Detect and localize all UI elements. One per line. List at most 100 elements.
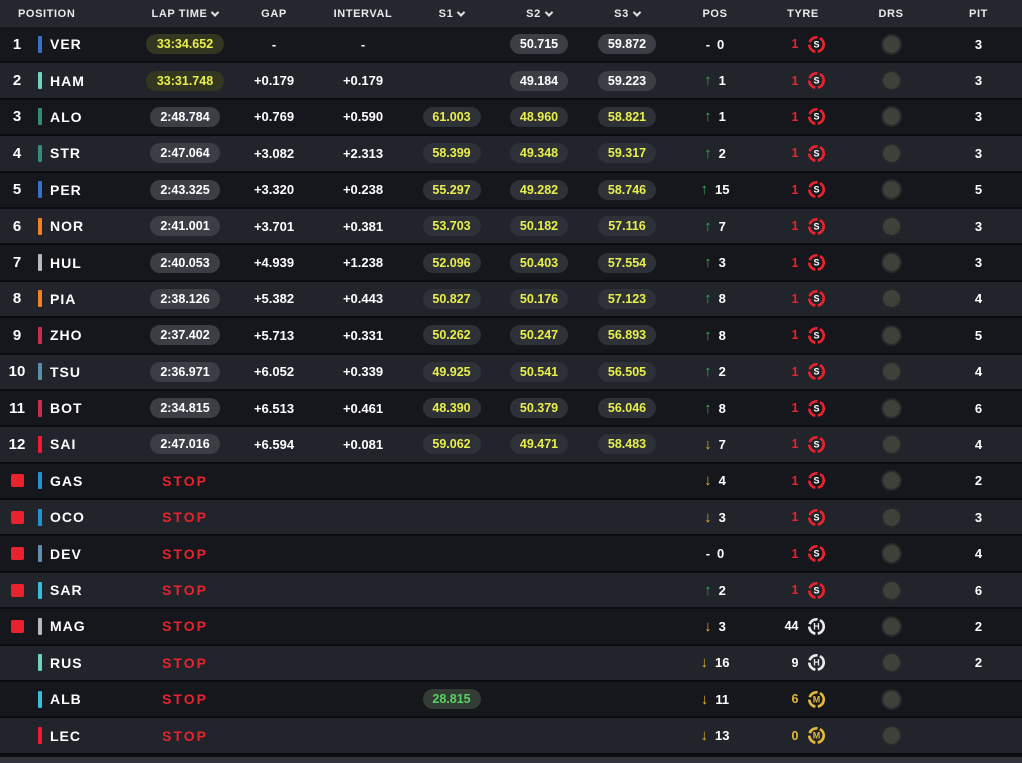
driver-cell: HAM xyxy=(34,72,140,89)
column-header-label: GAP xyxy=(261,8,287,20)
sector1-cell-value: 50.262 xyxy=(423,325,481,345)
table-row[interactable]: 10TSU2:36.971+6.052+0.33949.92550.54156.… xyxy=(0,355,1022,391)
table-row[interactable]: 1VER33:34.652--50.71559.872-01S3 xyxy=(0,27,1022,63)
tyre-cell: 1S xyxy=(759,253,847,272)
drs-cell xyxy=(847,145,935,162)
table-row[interactable]: 8PIA2:38.126+5.382+0.44350.82750.17657.1… xyxy=(0,282,1022,318)
positions-changed-cell: ↑2 xyxy=(671,364,759,379)
sector1-cell-value: 53.703 xyxy=(423,216,481,236)
column-header-s1[interactable]: S1 xyxy=(408,8,495,20)
column-header-label: LAP TIME xyxy=(152,8,208,20)
table-row[interactable]: 4STR2:47.064+3.082+2.31358.39949.34859.3… xyxy=(0,136,1022,172)
table-row[interactable]: DEVSTOP-01S4 xyxy=(0,536,1022,572)
tyre-compound-icon: S xyxy=(807,107,826,126)
tyre-laps-count: 1 xyxy=(781,292,799,306)
table-row[interactable]: 9ZHO2:37.402+5.713+0.33150.26250.24756.8… xyxy=(0,318,1022,354)
pit-count-value: 6 xyxy=(975,583,982,598)
pit-count-value: 2 xyxy=(975,619,982,634)
gap-value: +3.320 xyxy=(254,182,294,197)
sector2-cell-value: 50.247 xyxy=(510,325,568,345)
position-cell: 8 xyxy=(0,290,34,307)
lap-time-cell: 2:47.016 xyxy=(140,434,230,454)
table-row[interactable]: LECSTOP↓130M xyxy=(0,718,1022,754)
sector3-cell: 56.046 xyxy=(583,398,671,418)
tyre-laps-count: 1 xyxy=(781,219,799,233)
sector3-cell: 58.483 xyxy=(583,434,671,454)
positions-changed-value: 16 xyxy=(715,655,729,670)
column-header-s2[interactable]: S2 xyxy=(495,8,583,20)
column-header-label: S2 xyxy=(526,8,541,20)
position-cell: 3 xyxy=(0,108,34,125)
lap-time-cell: STOP xyxy=(140,618,230,634)
gap-value: - xyxy=(272,37,276,52)
sector3-cell-value: 59.317 xyxy=(598,143,656,163)
tyre-cell: 0M xyxy=(759,726,847,745)
drs-cell xyxy=(847,254,935,271)
table-row[interactable]: 2HAM33:31.748+0.179+0.17949.18459.223↑11… xyxy=(0,63,1022,99)
table-row[interactable]: 7HUL2:40.053+4.939+1.23852.09650.40357.5… xyxy=(0,245,1022,281)
column-header-label: INTERVAL xyxy=(334,8,393,20)
table-row[interactable]: 6NOR2:41.001+3.701+0.38153.70350.18257.1… xyxy=(0,209,1022,245)
column-header-s3[interactable]: S3 xyxy=(583,8,671,20)
driver-cell: ALB xyxy=(34,691,140,708)
lap-time-value: 2:47.064 xyxy=(150,143,220,163)
pit-count-value: 2 xyxy=(975,473,982,488)
chevron-down-icon xyxy=(457,8,465,16)
pit-count-value: 5 xyxy=(975,328,982,343)
interval-cell: +0.081 xyxy=(318,437,408,452)
svg-text:H: H xyxy=(813,658,820,668)
table-row[interactable]: 5PER2:43.325+3.320+0.23855.29749.28258.7… xyxy=(0,173,1022,209)
drs-cell xyxy=(847,363,935,380)
team-color-bar xyxy=(38,72,42,89)
drs-indicator-icon xyxy=(883,290,900,307)
tyre-cell: 1S xyxy=(759,144,847,163)
svg-text:S: S xyxy=(813,185,819,195)
interval-cell: +0.381 xyxy=(318,219,408,234)
table-row[interactable]: MAGSTOP↓344H2 xyxy=(0,609,1022,645)
position-cell xyxy=(0,584,34,597)
team-color-bar xyxy=(38,509,42,526)
tyre-laps-count: 44 xyxy=(781,619,799,633)
positions-changed-cell: ↑8 xyxy=(671,291,759,306)
tyre-cell: 44H xyxy=(759,617,847,636)
sector3-cell: 58.746 xyxy=(583,180,671,200)
tyre-laps-count: 0 xyxy=(781,729,799,743)
interval-value: +0.331 xyxy=(343,328,383,343)
sector2-cell-value: 49.471 xyxy=(510,434,568,454)
column-header-pos: POS xyxy=(671,8,759,20)
team-color-bar xyxy=(38,472,42,489)
pit-cell: 3 xyxy=(935,73,1022,88)
table-row[interactable]: ALBSTOP28.815↓116M xyxy=(0,682,1022,718)
drs-indicator-icon xyxy=(883,727,900,744)
table-row[interactable]: SARSTOP↑21S6 xyxy=(0,573,1022,609)
driver-code: PER xyxy=(50,182,82,198)
gap-cell: - xyxy=(230,37,318,52)
column-header-laptime[interactable]: LAP TIME xyxy=(140,8,230,20)
sector1-cell-value: 28.815 xyxy=(423,689,481,709)
table-row[interactable]: 12SAI2:47.016+6.594+0.08159.06249.47158.… xyxy=(0,427,1022,463)
interval-value: +1.238 xyxy=(343,255,383,270)
lap-time-value: 2:47.016 xyxy=(150,434,220,454)
column-header-tyre: TYRE xyxy=(759,8,847,20)
pit-cell: 4 xyxy=(935,291,1022,306)
table-row[interactable]: RUSSTOP↓169H2 xyxy=(0,646,1022,682)
chevron-down-icon xyxy=(633,8,641,16)
table-row[interactable]: 3ALO2:48.784+0.769+0.59061.00348.96058.8… xyxy=(0,100,1022,136)
positions-changed-value: 2 xyxy=(719,146,726,161)
arrow-up-icon: ↑ xyxy=(704,583,712,598)
lap-time-cell: 2:34.815 xyxy=(140,398,230,418)
table-footer-strip xyxy=(0,755,1022,763)
interval-value: +0.238 xyxy=(343,182,383,197)
table-row[interactable]: GASSTOP↓41S2 xyxy=(0,464,1022,500)
table-row[interactable]: OCOSTOP↓31S3 xyxy=(0,500,1022,536)
tyre-cell: 9H xyxy=(759,653,847,672)
table-row[interactable]: 11BOT2:34.815+6.513+0.46148.39050.37956.… xyxy=(0,391,1022,427)
driver-cell: MAG xyxy=(34,618,140,635)
drs-indicator-icon xyxy=(883,472,900,489)
positions-changed-value: 8 xyxy=(719,291,726,306)
positions-changed-value: 0 xyxy=(717,546,724,561)
driver-cell: ALO xyxy=(34,108,140,125)
tyre-laps-count: 1 xyxy=(781,365,799,379)
tyre-laps-count: 1 xyxy=(781,474,799,488)
sector1-cell-value: 59.062 xyxy=(423,434,481,454)
